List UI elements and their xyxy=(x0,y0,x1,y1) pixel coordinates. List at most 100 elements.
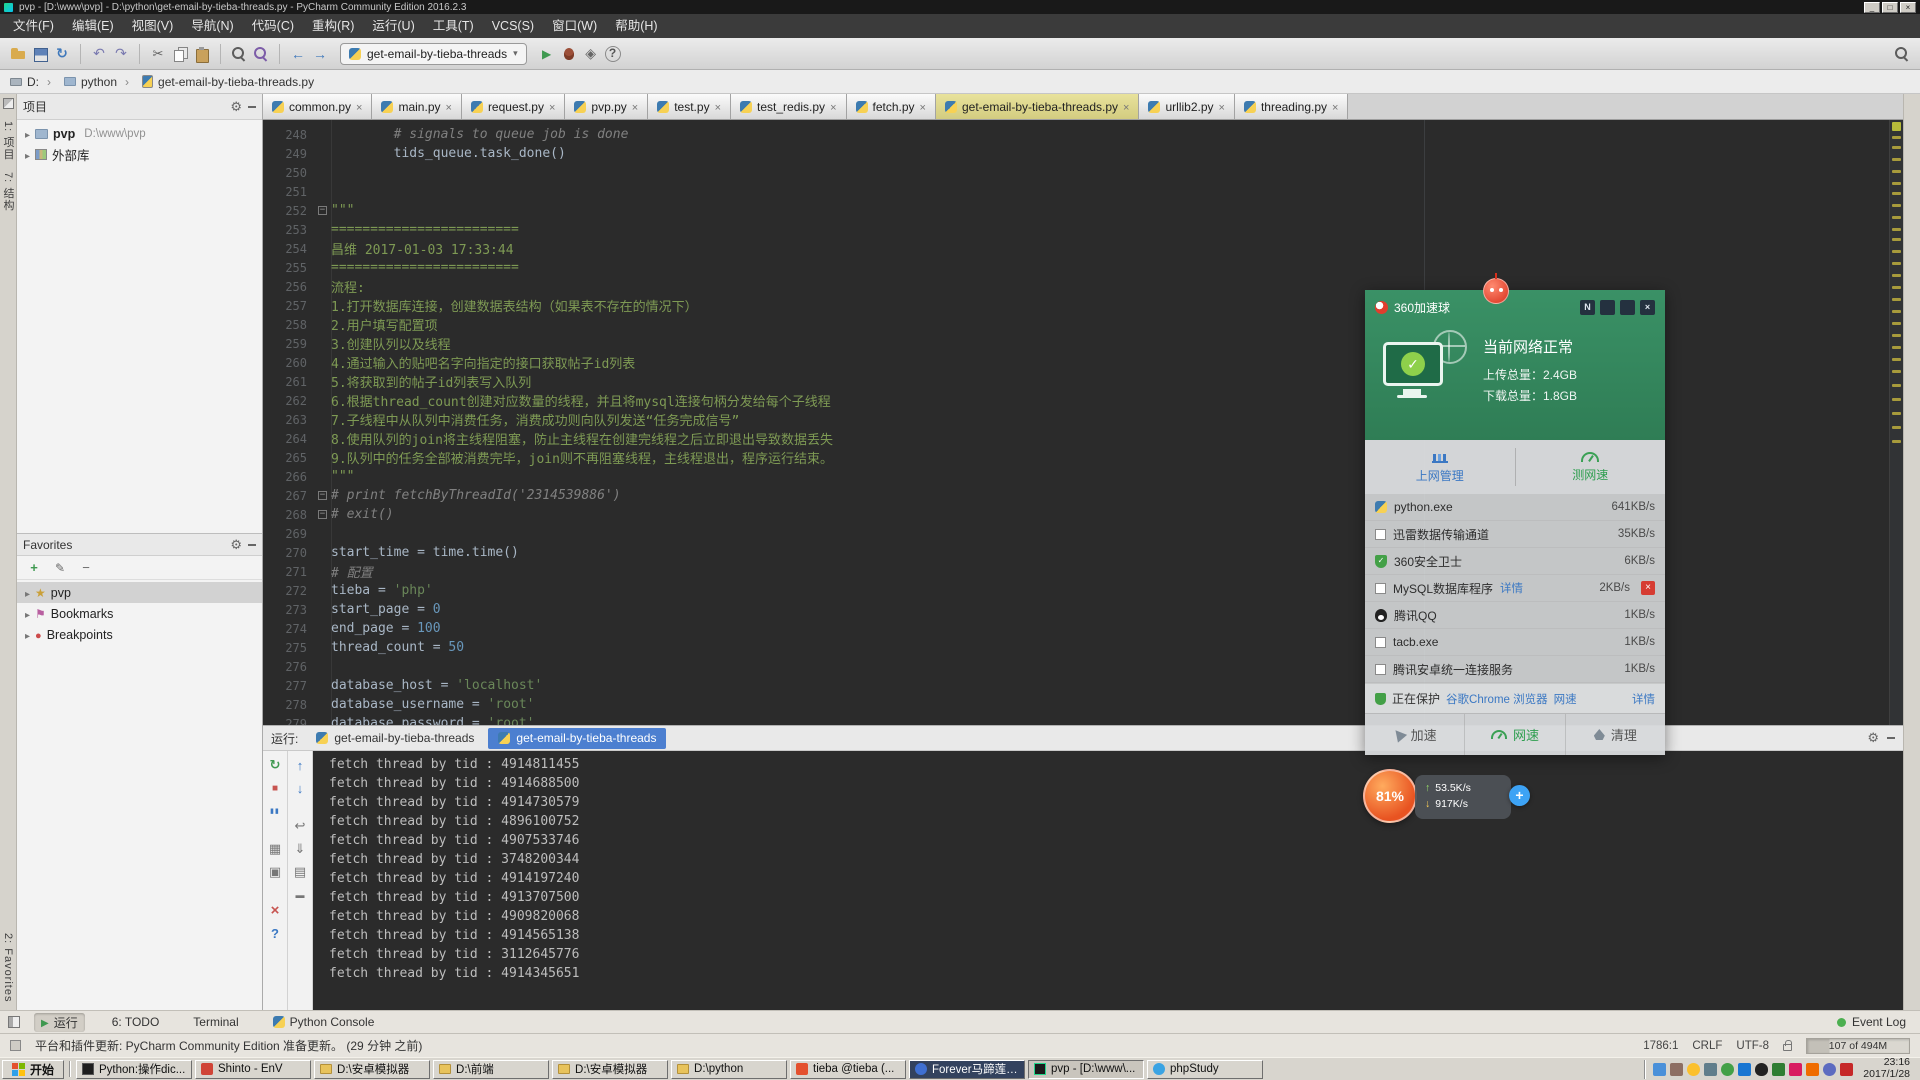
fold-icon[interactable] xyxy=(318,206,327,215)
close-icon[interactable]: × xyxy=(1640,300,1655,315)
close-tab-icon[interactable] xyxy=(1123,100,1129,114)
console-output[interactable]: fetch thread by tid : 4914811455fetch th… xyxy=(313,751,1903,1010)
hide-panel-icon[interactable] xyxy=(248,544,256,546)
project-tree-row[interactable]: 外部库 xyxy=(17,144,262,165)
rerun-icon[interactable] xyxy=(265,756,285,774)
favorites-row[interactable]: Bookmarks xyxy=(17,603,262,624)
menu-item-8[interactable]: 工具(T) xyxy=(424,14,483,38)
run-tab[interactable]: get-email-by-tieba-threads xyxy=(488,728,666,749)
remove-icon[interactable] xyxy=(79,561,93,575)
favorites-row[interactable]: Breakpoints xyxy=(17,624,262,645)
run-tab[interactable]: get-email-by-tieba-threads xyxy=(306,728,484,749)
close-icon[interactable] xyxy=(265,901,285,919)
taskbar-button-2[interactable]: Shinto - EnV xyxy=(195,1060,311,1079)
taskbar-button-4[interactable]: D:\前端 xyxy=(433,1060,549,1079)
tool-stripe-button-favorites[interactable]: 2: Favorites xyxy=(2,933,14,1002)
chevron-right-icon[interactable] xyxy=(25,628,30,642)
tray-wechat-icon[interactable] xyxy=(1772,1063,1785,1076)
caret-position[interactable]: 1786:1 xyxy=(1643,1040,1678,1052)
tray-update-icon[interactable] xyxy=(1823,1063,1836,1076)
memory-indicator[interactable]: 107 of 494M xyxy=(1806,1038,1910,1054)
maximize-button[interactable]: □ xyxy=(1882,2,1898,13)
editor-tab[interactable]: pvp.py xyxy=(565,94,648,119)
encoding-indicator[interactable]: UTF-8 xyxy=(1736,1040,1769,1052)
menu-item-10[interactable]: 窗口(W) xyxy=(543,14,606,38)
paste-icon[interactable] xyxy=(192,44,212,64)
up-stack-icon[interactable] xyxy=(290,756,310,774)
tray-sound-icon[interactable] xyxy=(1687,1063,1700,1076)
open-icon[interactable] xyxy=(8,44,28,64)
taskbar-clock[interactable]: 23:16 2017/1/28 xyxy=(1863,1057,1910,1080)
message-icon[interactable] xyxy=(1620,300,1635,315)
undo-icon[interactable] xyxy=(89,44,109,64)
tool-window-button-1[interactable]: 运行 xyxy=(34,1013,85,1032)
pause-icon[interactable] xyxy=(265,802,285,820)
taskbar-button-3[interactable]: D:\安卓模拟器 xyxy=(314,1060,430,1079)
checkbox-icon[interactable] xyxy=(1375,637,1386,648)
project-tree-row[interactable]: pvpD:\www\pvp xyxy=(17,123,262,144)
close-tab-icon[interactable] xyxy=(549,100,555,114)
cut-icon[interactable] xyxy=(148,44,168,64)
tool-windows-icon[interactable] xyxy=(3,98,14,109)
help-icon[interactable] xyxy=(265,924,285,942)
editor-tab[interactable]: request.py xyxy=(462,94,565,119)
print-icon[interactable] xyxy=(290,863,310,881)
fold-icon[interactable] xyxy=(318,510,327,519)
gift-icon[interactable] xyxy=(1600,300,1615,315)
history-icon[interactable] xyxy=(265,863,285,881)
redo-icon[interactable] xyxy=(111,44,131,64)
checkbox-icon[interactable] xyxy=(1375,529,1386,540)
memory-ball[interactable]: 81% xyxy=(1363,769,1417,823)
menu-item-1[interactable]: 文件(F) xyxy=(4,14,63,38)
editor-tab[interactable]: test.py xyxy=(648,94,731,119)
taskbar-button-1[interactable]: Python:操作dic... xyxy=(76,1060,192,1079)
hide-panel-icon[interactable] xyxy=(1887,737,1895,739)
minimize-button[interactable]: _ xyxy=(1864,2,1880,13)
mascot-ball-icon[interactable] xyxy=(1483,278,1509,304)
run-config-select[interactable]: get-email-by-tieba-threads xyxy=(340,43,527,65)
run-icon[interactable] xyxy=(537,44,557,64)
tool-window-button-3[interactable]: Terminal xyxy=(186,1014,245,1030)
chevron-right-icon[interactable] xyxy=(25,148,30,162)
forward-icon[interactable] xyxy=(310,44,330,64)
tool-window-button-4[interactable]: Python Console xyxy=(266,1014,382,1030)
tab-speed-test[interactable]: 测网速 xyxy=(1516,440,1666,494)
chevron-right-icon[interactable] xyxy=(25,127,30,141)
checkbox-icon[interactable] xyxy=(1375,583,1386,594)
editor-tab[interactable]: main.py xyxy=(372,94,461,119)
gear-icon[interactable] xyxy=(230,537,242,553)
netspeed-link[interactable]: 网速 xyxy=(1554,691,1577,707)
sync-icon[interactable] xyxy=(52,44,72,64)
taskbar-button-6[interactable]: D:\python xyxy=(671,1060,787,1079)
taskbar-button-5[interactable]: D:\安卓模拟器 xyxy=(552,1060,668,1079)
fold-icon[interactable] xyxy=(318,491,327,500)
menu-item-5[interactable]: 代码(C) xyxy=(243,14,303,38)
tray-security-icon[interactable] xyxy=(1806,1063,1819,1076)
clear-icon[interactable] xyxy=(290,886,310,904)
close-tab-icon[interactable] xyxy=(446,100,452,114)
find-icon[interactable] xyxy=(229,44,249,64)
taskbar-button-9[interactable]: pvp - [D:\www\... xyxy=(1028,1060,1144,1079)
editor-tab[interactable]: get-email-by-tieba-threads.py xyxy=(936,94,1140,119)
line-separator-indicator[interactable]: CRLF xyxy=(1692,1040,1722,1052)
gear-icon[interactable] xyxy=(1867,729,1879,747)
checkbox-icon[interactable] xyxy=(1375,664,1386,675)
add-icon[interactable] xyxy=(27,561,41,575)
add-button[interactable] xyxy=(1509,785,1530,806)
taskbar-button-10[interactable]: phpStudy xyxy=(1147,1060,1263,1079)
breadcrumb-item-2[interactable]: python xyxy=(39,75,117,89)
close-tab-icon[interactable] xyxy=(920,100,926,114)
down-stack-icon[interactable] xyxy=(290,779,310,797)
boost-button[interactable]: 加速 xyxy=(1365,714,1465,755)
tool-window-button-2[interactable]: 6: TODO xyxy=(105,1014,167,1030)
coverage-icon[interactable] xyxy=(581,44,601,64)
taskbar-button-7[interactable]: tieba @tieba (... xyxy=(790,1060,906,1079)
copy-icon[interactable] xyxy=(170,44,190,64)
close-tab-icon[interactable] xyxy=(1219,100,1225,114)
chevron-right-icon[interactable] xyxy=(25,586,30,600)
editor-tab[interactable]: threading.py xyxy=(1235,94,1348,119)
menu-item-9[interactable]: VCS(S) xyxy=(483,14,543,38)
softwrap-icon[interactable] xyxy=(290,817,310,835)
close-tab-icon[interactable] xyxy=(830,100,836,114)
replace-icon[interactable] xyxy=(251,44,271,64)
